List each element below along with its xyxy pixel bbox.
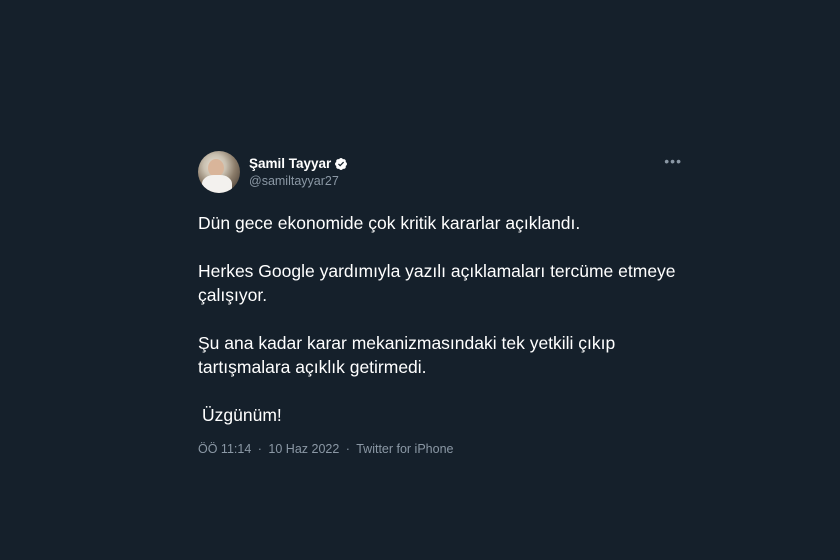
tweet-paragraph: Herkes Google yardımıyla yazılı açıklama… xyxy=(198,261,676,305)
meta-separator: · xyxy=(345,442,350,456)
tweet-paragraph: Üzgünüm! xyxy=(202,405,282,425)
author-info: Şamil Tayyar @samiltayyar27 xyxy=(249,156,348,189)
display-name-row: Şamil Tayyar xyxy=(249,156,348,172)
tweet: Şamil Tayyar @samiltayyar27 ••• Dün gece… xyxy=(198,151,686,457)
handle[interactable]: @samiltayyar27 xyxy=(249,173,348,189)
tweet-meta: ÖÖ 11:14 · 10 Haz 2022 · Twitter for iPh… xyxy=(198,441,686,457)
avatar-shirt xyxy=(202,175,232,193)
tweet-source[interactable]: Twitter for iPhone xyxy=(356,442,453,456)
tweet-date[interactable]: 10 Haz 2022 xyxy=(268,442,339,456)
tweet-text: Dün gece ekonomide çok kritik kararlar a… xyxy=(198,211,686,427)
tweet-time[interactable]: ÖÖ 11:14 xyxy=(198,442,251,456)
meta-separator: · xyxy=(257,442,262,456)
tweet-paragraph: Şu ana kadar karar mekanizmasındaki tek … xyxy=(198,333,616,377)
display-name[interactable]: Şamil Tayyar xyxy=(249,156,331,172)
more-horizontal-icon[interactable]: ••• xyxy=(664,154,682,168)
verified-badge-icon xyxy=(335,158,348,170)
avatar[interactable] xyxy=(198,151,240,193)
tweet-header: Şamil Tayyar @samiltayyar27 ••• xyxy=(198,151,686,195)
tweet-paragraph: Dün gece ekonomide çok kritik kararlar a… xyxy=(198,213,581,233)
